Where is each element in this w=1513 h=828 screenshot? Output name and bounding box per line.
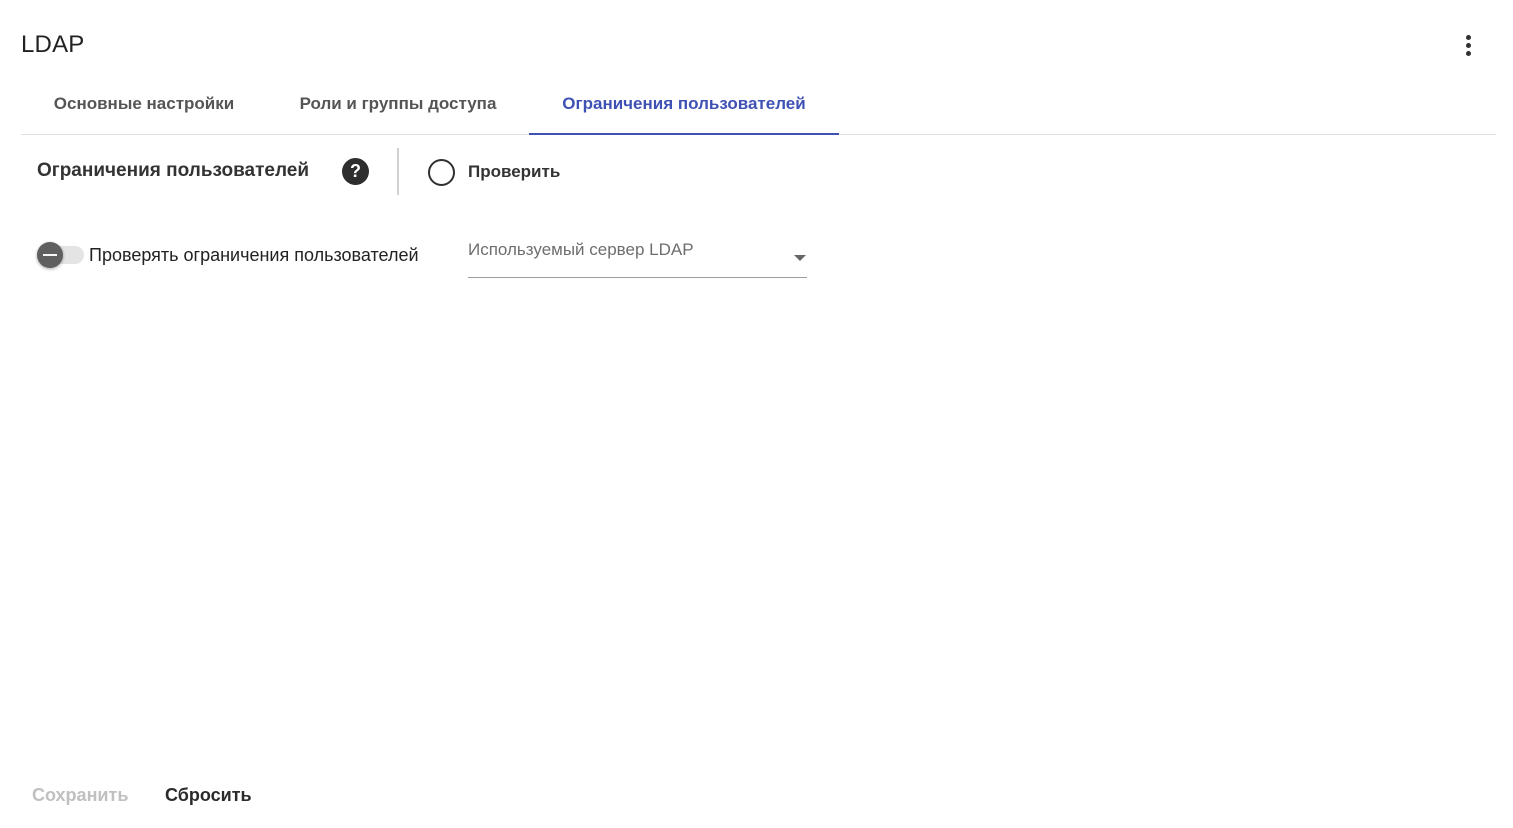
ldap-server-select-label: Используемый сервер LDAP	[468, 240, 694, 259]
menu-dot	[1465, 42, 1471, 48]
dropdown-arrow-icon	[794, 255, 806, 261]
reset-button[interactable]: Сбросить	[165, 780, 252, 810]
tab-basic-settings[interactable]: Основные настройки	[21, 74, 267, 134]
circle-outline-icon	[428, 158, 455, 186]
minus-icon	[43, 254, 57, 256]
toggle-thumb	[37, 242, 63, 268]
tab-user-restrictions[interactable]: Ограничения пользователей	[529, 74, 839, 135]
ldap-server-select[interactable]: Используемый сервер LDAP	[468, 232, 807, 278]
ldap-settings-page: LDAP Основные настройки Роли и группы до…	[0, 0, 1513, 828]
save-button[interactable]: Сохранить	[32, 780, 128, 810]
check-button[interactable]: Проверить	[428, 158, 560, 186]
toggle-label: Проверять ограничения пользователей	[89, 244, 419, 265]
tab-roles-groups[interactable]: Роли и группы доступа	[267, 74, 529, 134]
tab-bar: Основные настройки Роли и группы доступа…	[21, 74, 1496, 135]
toggle-track	[37, 242, 84, 268]
vertical-divider	[397, 148, 399, 195]
section-title: Ограничения пользователей	[37, 160, 310, 181]
check-restrictions-toggle[interactable]: Проверять ограничения пользователей	[37, 242, 419, 268]
help-circle-icon[interactable]: ?	[342, 158, 369, 185]
menu-dot	[1465, 34, 1471, 40]
more-vert-icon[interactable]	[1452, 28, 1484, 62]
page-title: LDAP	[21, 31, 85, 58]
menu-dot	[1465, 50, 1471, 56]
check-button-label: Проверить	[468, 162, 561, 181]
